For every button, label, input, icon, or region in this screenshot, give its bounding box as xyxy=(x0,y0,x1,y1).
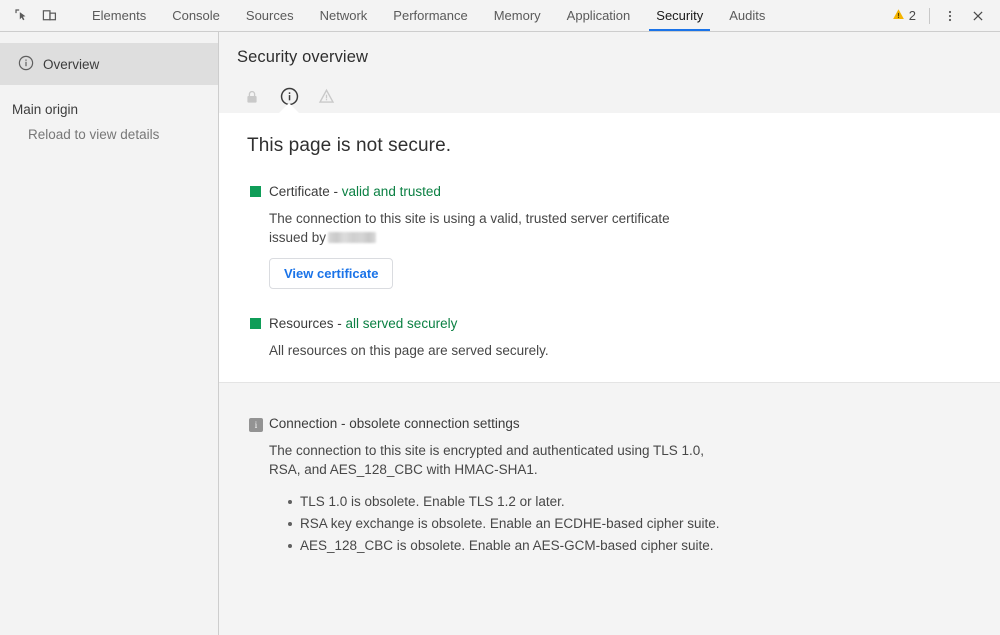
security-panel: Security overview This page is not secur… xyxy=(219,32,1000,635)
certificate-title-label: Certificate - xyxy=(269,184,342,199)
sidebar-item-reload-to-view-details[interactable]: Reload to view details xyxy=(0,127,218,142)
security-panel-header: Security overview xyxy=(219,32,1000,114)
more-vertical-icon[interactable] xyxy=(937,3,963,29)
resources-content: Resources - all served securely All reso… xyxy=(269,315,972,360)
certificate-status-marker xyxy=(247,183,269,289)
list-item: TLS 1.0 is obsolete. Enable TLS 1.2 or l… xyxy=(288,491,972,513)
info-circle-icon xyxy=(18,55,34,74)
sidebar-item-overview[interactable]: Overview xyxy=(0,43,218,85)
section-connection: i Connection - obsolete connection setti… xyxy=(219,382,1000,635)
devtools-body: Overview Main origin Reload to view deta… xyxy=(0,32,1000,635)
certificate-title: Certificate - valid and trusted xyxy=(269,183,972,201)
tab-audits[interactable]: Audits xyxy=(716,0,778,31)
section-resources: Resources - all served securely All reso… xyxy=(219,289,1000,360)
resources-title: Resources - all served securely xyxy=(269,315,972,333)
view-certificate-button[interactable]: View certificate xyxy=(269,258,394,289)
connection-content: Connection - obsolete connection setting… xyxy=(269,415,972,557)
connection-description: The connection to this site is encrypted… xyxy=(269,443,705,477)
resources-status-marker xyxy=(247,315,269,360)
device-toolbar-icon[interactable] xyxy=(36,3,62,29)
active-state-pointer xyxy=(278,103,300,114)
info-square-icon: i xyxy=(249,418,263,432)
tab-memory[interactable]: Memory xyxy=(481,0,554,31)
panel-tabs: Elements Console Sources Network Perform… xyxy=(79,0,886,31)
warning-triangle-icon xyxy=(892,8,905,24)
connection-status-marker: i xyxy=(247,415,269,557)
tab-application[interactable]: Application xyxy=(554,0,644,31)
close-icon[interactable] xyxy=(965,3,991,29)
security-summary-block: This page is not secure. Certificate - v… xyxy=(219,113,1000,382)
redacted-issuer-name xyxy=(328,232,377,243)
sidebar-group-main-origin: Main origin xyxy=(12,102,79,117)
certificate-status-label: valid and trusted xyxy=(341,184,441,199)
tab-performance[interactable]: Performance xyxy=(380,0,480,31)
toolbar-right-controls: 2 xyxy=(886,0,1000,31)
warning-count-chip[interactable]: 2 xyxy=(886,4,922,28)
devtools-window: Elements Console Sources Network Perform… xyxy=(0,0,1000,635)
section-certificate: Certificate - valid and trusted The conn… xyxy=(219,167,1000,289)
connection-title: Connection - obsolete connection setting… xyxy=(269,416,520,431)
security-state-icons xyxy=(219,67,1000,114)
tab-network[interactable]: Network xyxy=(307,0,381,31)
toolbar-right-divider xyxy=(929,7,930,24)
security-panel-body: This page is not secure. Certificate - v… xyxy=(219,113,1000,635)
warning-triangle-icon[interactable] xyxy=(313,84,339,110)
lock-icon[interactable] xyxy=(239,84,265,110)
inspect-cursor-icon[interactable] xyxy=(8,3,34,29)
devtools-toolbar: Elements Console Sources Network Perform… xyxy=(0,0,1000,32)
tab-console[interactable]: Console xyxy=(159,0,233,31)
tab-elements[interactable]: Elements xyxy=(79,0,159,31)
certificate-content: Certificate - valid and trusted The conn… xyxy=(269,183,972,289)
tab-security[interactable]: Security xyxy=(643,0,716,31)
list-item: AES_128_CBC is obsolete. Enable an AES-G… xyxy=(288,535,972,557)
security-sidebar: Overview Main origin Reload to view deta… xyxy=(0,32,219,635)
tab-sources[interactable]: Sources xyxy=(233,0,307,31)
resources-status-label: all served securely xyxy=(345,316,458,331)
resources-description: All resources on this page are served se… xyxy=(269,343,549,358)
toolbar-left-controls xyxy=(0,0,79,31)
security-summary-headline: This page is not secure. xyxy=(247,135,452,156)
certificate-description: The connection to this site is using a v… xyxy=(269,209,709,247)
list-item: RSA key exchange is obsolete. Enable an … xyxy=(288,513,972,535)
green-square-icon xyxy=(250,318,261,329)
sidebar-item-overview-label: Overview xyxy=(43,56,100,72)
warning-count-label: 2 xyxy=(908,8,916,23)
green-square-icon xyxy=(250,186,261,197)
page-title: Security overview xyxy=(237,48,368,66)
connection-issue-list: TLS 1.0 is obsolete. Enable TLS 1.2 or l… xyxy=(269,491,972,557)
resources-title-label: Resources - xyxy=(269,316,346,331)
connection-row: i Connection - obsolete connection setti… xyxy=(219,399,1000,557)
